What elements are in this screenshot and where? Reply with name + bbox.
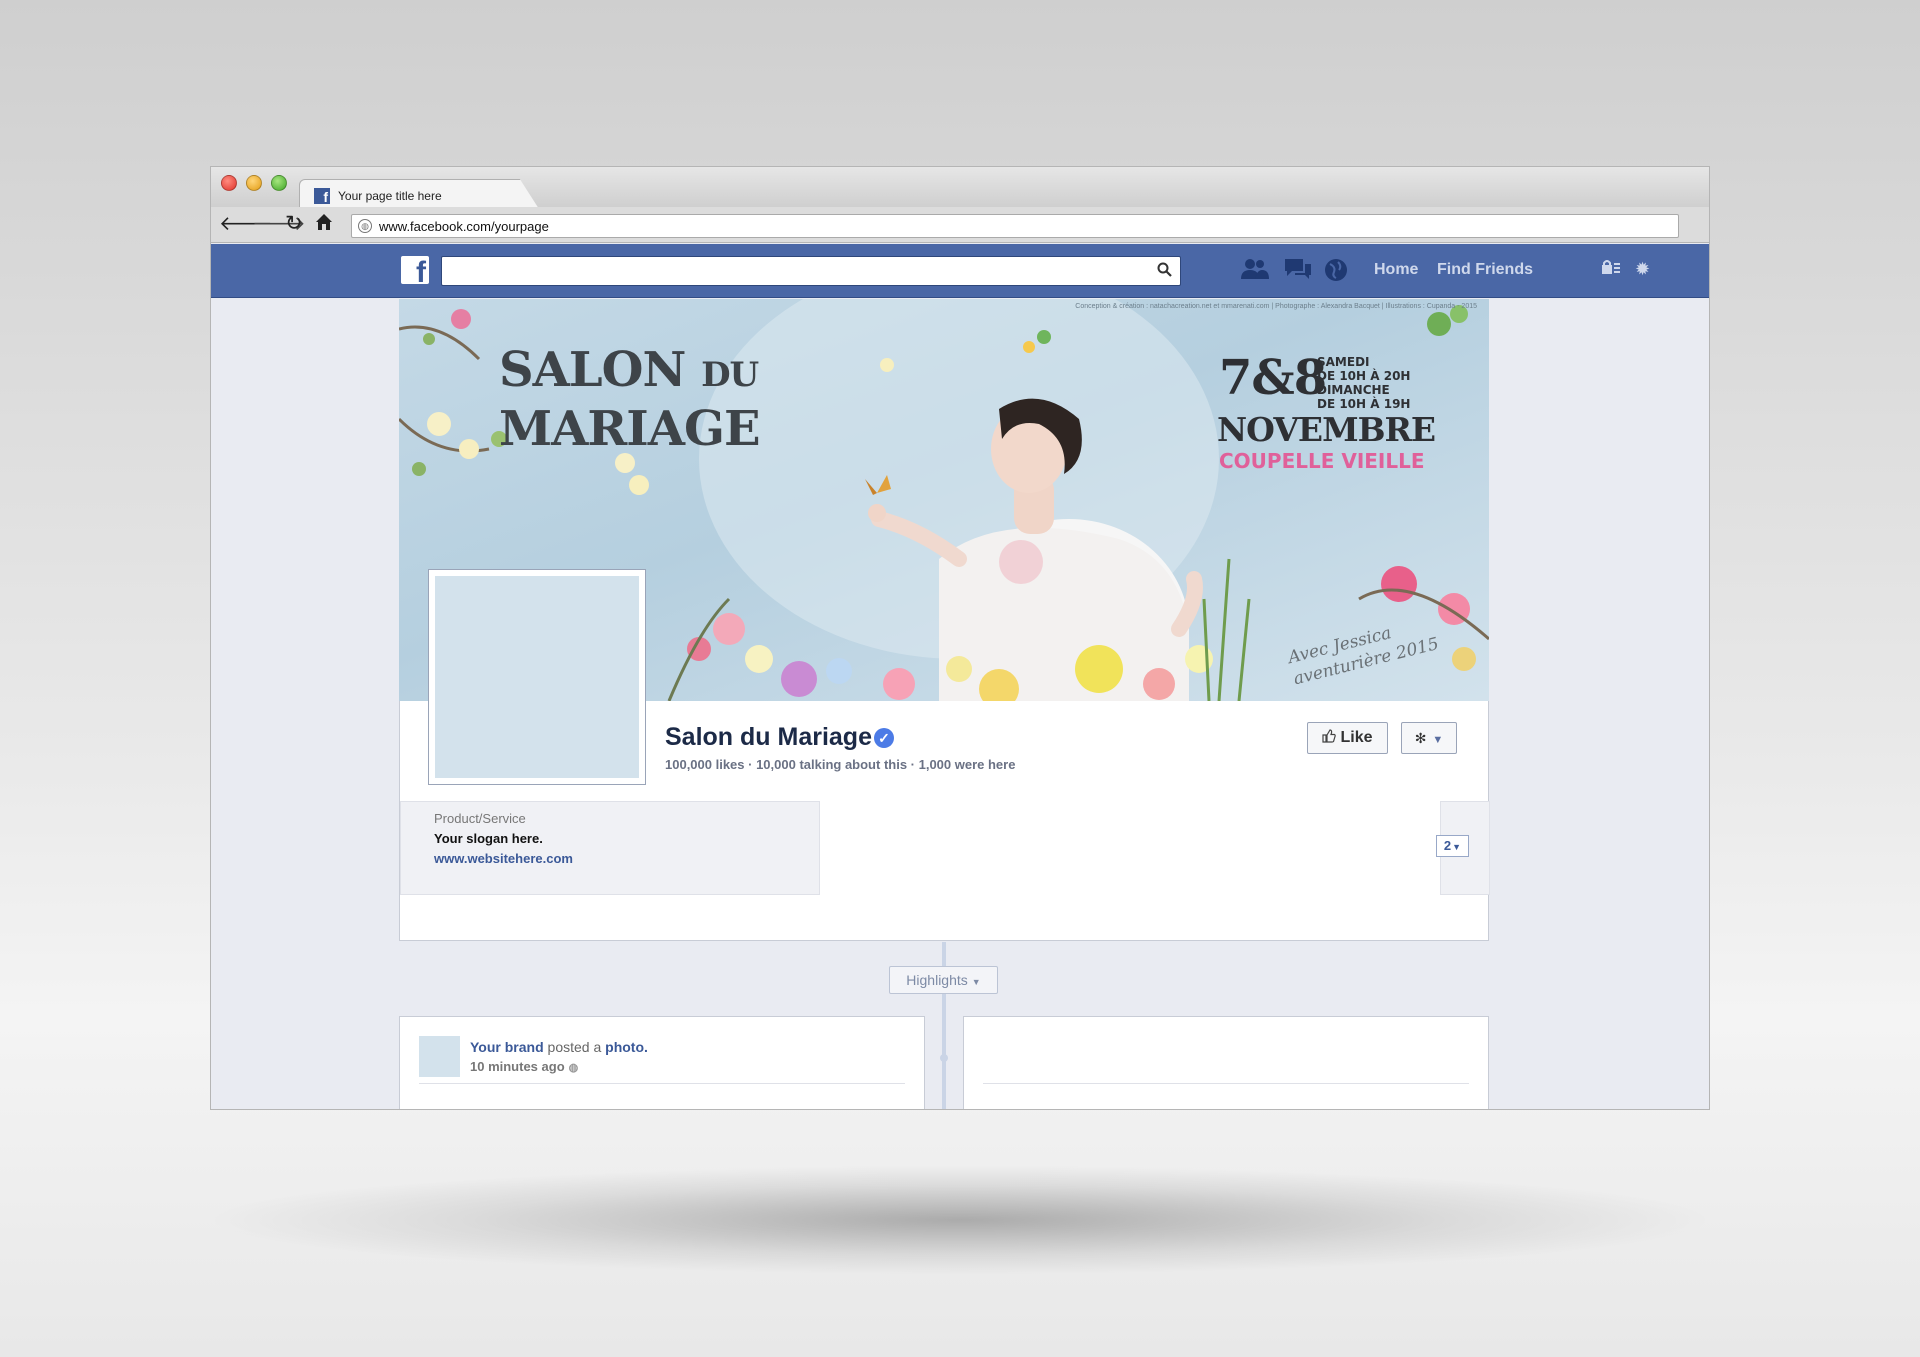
chevron-down-icon: ▼ [971,977,981,987]
profile-picture[interactable] [428,569,646,785]
browser-window: f Your page title here 🡐 🡒 ↻ ◍ www.faceb… [210,166,1710,1110]
close-window-button[interactable] [221,175,237,191]
chevron-down-icon: ▼ [1452,842,1462,852]
tab-title: Your page title here [338,189,442,203]
cover-dates: 7&8 [1219,350,1327,406]
nav-find-friends-link[interactable]: Find Friends [1437,261,1533,279]
url-text[interactable]: www.facebook.com/yourpage [379,219,549,234]
friend-requests-icon[interactable] [1241,258,1269,285]
settings-gear-icon[interactable]: ✹ [1635,259,1650,280]
chevron-down-icon: ▼ [1432,734,1444,746]
gear-icon: ✻ [1414,730,1427,746]
facebook-page: Conception & création : natachacreation.… [399,299,1490,1109]
tab-bar: f Your page title here [211,167,1709,209]
apps-count-value: 2 [1443,838,1452,853]
like-button-label: Like [1340,729,1373,746]
cover-credit: Conception & création : natachacreation.… [1075,303,1477,310]
browser-toolbar: 🡐 🡒 ↻ ◍ www.facebook.com/yourpage [211,207,1709,243]
page-slogan: Your slogan here. [434,831,543,846]
post-author-link[interactable]: Your brand [470,1039,544,1055]
zoom-window-button[interactable] [271,175,287,191]
browser-tab[interactable]: f Your page title here [299,179,539,209]
avatar[interactable] [419,1036,460,1077]
cover-hours-line1: SAMEDI [1317,355,1370,369]
cover-place: COUPELLE VIEILLE [1219,449,1425,473]
cover-month: NOVEMBRE [1217,410,1436,449]
about-section: Product/Service Your slogan here. www.we… [400,801,820,895]
page-info-panel: Salon du Mariage ✓ 100,000 likes · 10,000… [399,569,1490,941]
cover-hours-line2: DE 10H À 20H [1317,369,1411,383]
divider [419,1083,905,1084]
facebook-logo-icon[interactable]: f [401,256,429,289]
facebook-favicon-icon: f [314,188,330,205]
cover-hours-line4: DE 10H À 19H [1317,397,1411,411]
post-object-link[interactable]: photo. [605,1039,648,1055]
notifications-icon[interactable] [1324,258,1348,287]
page-title: Salon du Mariage ✓ [665,723,894,752]
post-verb: posted a [543,1039,606,1055]
verified-badge-icon: ✓ [873,728,894,748]
cover-title-line2: MARIAGE [499,401,761,457]
divider [983,1083,1469,1084]
apps-count-button[interactable]: 2▼ [1436,835,1469,857]
timeline-dot [940,1054,948,1062]
timeline-post: Your brand posted a photo. 10 minutes ag… [399,1016,925,1109]
timeline-post-right [963,1016,1489,1109]
thumbs-up-icon [1322,729,1337,743]
cover-hours: SAMEDI DE 10H À 20H DIMANCHE DE 10H À 19… [1317,355,1413,411]
cover-hours-line3: DIMANCHE [1317,383,1390,397]
minimize-window-button[interactable] [246,175,262,191]
post-time-text[interactable]: 10 minutes ago [470,1059,565,1074]
highlights-label: Highlights [906,972,968,988]
page-options-button[interactable]: ✻ ▼ [1401,722,1457,754]
post-timestamp: 10 minutes ago ◍ [470,1059,578,1074]
privacy-shortcuts-icon[interactable] [1601,259,1621,280]
cover-title-line1: SALON [499,342,686,398]
post-header: Your brand posted a photo. [470,1039,648,1055]
globe-icon: ◍ [358,219,372,233]
reload-icon[interactable]: ↻ [285,213,303,235]
page-category: Product/Service [434,811,526,826]
address-bar[interactable]: ◍ www.facebook.com/yourpage [351,214,1679,238]
website-link[interactable]: www.websitehere.com [434,851,573,866]
nav-home-link[interactable]: Home [1374,261,1418,279]
highlights-button[interactable]: Highlights ▼ [889,966,998,994]
profile-picture-placeholder [435,576,639,778]
window-shadow [200,1165,1720,1275]
page-stats: 100,000 likes · 10,000 talking about thi… [665,757,1016,772]
messages-icon[interactable] [1284,258,1312,285]
page-name-text[interactable]: Salon du Mariage [665,723,872,751]
home-icon[interactable] [315,213,333,236]
facebook-header: f Home Find Friends ✹ [211,244,1709,298]
search-icon[interactable] [1157,262,1172,281]
public-audience-icon[interactable]: ◍ [569,1062,579,1074]
facebook-search-input[interactable] [441,256,1181,286]
like-button[interactable]: Like [1307,722,1388,754]
cover-event-title: SALON DU MARIAGE [499,342,761,457]
cover-title-du: DU [701,355,759,395]
